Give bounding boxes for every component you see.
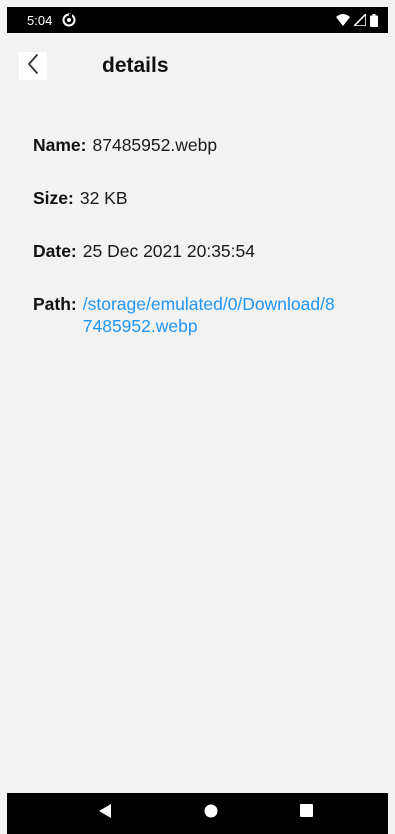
nav-recents-button[interactable] — [296, 803, 316, 823]
date-value: 25 Dec 2021 20:35:54 — [82, 241, 255, 261]
square-recents-icon — [299, 804, 313, 822]
status-bar: 5:04 — [7, 7, 388, 33]
signal-icon — [354, 14, 366, 26]
battery-icon — [370, 13, 378, 27]
date-label: Date: — [33, 241, 77, 261]
nav-back-button[interactable] — [95, 803, 115, 823]
name-label: Name: — [33, 135, 87, 155]
circle-home-icon — [204, 804, 218, 823]
navigation-bar — [7, 793, 388, 834]
size-value: 32 KB — [79, 188, 128, 208]
nav-home-button[interactable] — [201, 803, 221, 823]
detail-row-size: Size: 32 KB — [33, 187, 373, 209]
name-value: 87485952.webp — [92, 135, 218, 155]
wifi-icon — [336, 14, 350, 26]
detail-row-name: Name: 87485952.webp — [33, 134, 373, 156]
sync-icon — [62, 13, 76, 27]
page-title: details — [102, 54, 169, 77]
path-link[interactable]: /storage/emulated/0/Download/87485952.we… — [83, 293, 343, 337]
triangle-back-icon — [99, 803, 111, 823]
app-bar: details — [0, 40, 395, 96]
chevron-left-icon — [26, 53, 40, 80]
size-label: Size: — [33, 188, 74, 208]
detail-row-path: Path: /storage/emulated/0/Download/87485… — [33, 293, 373, 337]
detail-row-date: Date: 25 Dec 2021 20:35:54 — [33, 240, 373, 262]
status-time: 5:04 — [27, 12, 53, 28]
path-label: Path: — [33, 294, 77, 314]
back-button[interactable] — [19, 52, 47, 80]
details-list: Name: 87485952.webp Size: 32 KB Date: 25… — [33, 134, 373, 337]
